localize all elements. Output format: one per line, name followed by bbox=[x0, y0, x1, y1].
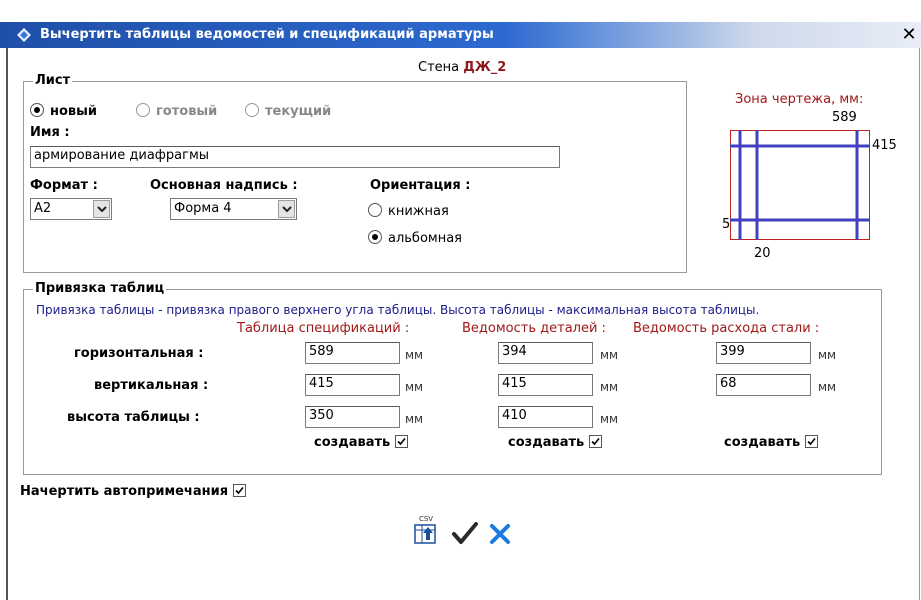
column-details: Ведомость деталей : bbox=[462, 321, 606, 336]
create-label: создавать bbox=[508, 435, 585, 450]
sheet-name-label: Имя : bbox=[30, 125, 70, 140]
details-height-input[interactable]: 410 bbox=[498, 406, 593, 428]
spec-create-option[interactable]: создавать bbox=[314, 435, 408, 450]
binding-group-legend: Привязка таблиц bbox=[33, 281, 167, 296]
auto-notes-checkbox[interactable] bbox=[232, 484, 246, 497]
auto-notes-label: Начертить автопримечания bbox=[20, 484, 229, 499]
row-height-label: высота таблицы : bbox=[67, 410, 200, 425]
unit-label: мм bbox=[600, 412, 619, 426]
stamp-select[interactable]: Форма 4 bbox=[170, 198, 297, 220]
csv-export-icon: CSV bbox=[414, 515, 436, 544]
sheet-option-current[interactable]: текущий bbox=[245, 103, 331, 119]
stamp-dropdown-button[interactable] bbox=[278, 200, 295, 218]
app-icon bbox=[17, 28, 31, 42]
title-bar: Вычертить таблицы ведомостей и специфика… bbox=[0, 22, 921, 48]
sheet-name-input[interactable]: армирование диафрагмы bbox=[30, 146, 560, 168]
drawing-zone-diagram bbox=[730, 130, 870, 240]
checkmark-icon bbox=[452, 522, 478, 544]
radio-portrait-label: книжная bbox=[388, 204, 449, 219]
cancel-button[interactable] bbox=[488, 522, 512, 546]
unit-label: мм bbox=[405, 380, 424, 394]
wall-title: Стена ДЖ_2 bbox=[418, 60, 506, 75]
window-title: Вычертить таблицы ведомостей и специфика… bbox=[40, 27, 494, 42]
sheet-group bbox=[23, 81, 687, 273]
zone-title: Зона чертежа, мм: bbox=[735, 92, 864, 107]
radio-landscape-label: альбомная bbox=[388, 231, 463, 246]
create-label: создавать bbox=[724, 435, 801, 450]
checkmark-icon bbox=[807, 437, 816, 446]
unit-label: мм bbox=[405, 412, 424, 426]
close-button[interactable]: ✕ bbox=[899, 25, 919, 45]
orientation-portrait[interactable]: книжная bbox=[368, 203, 449, 219]
checkmark-icon bbox=[591, 437, 600, 446]
unit-label: мм bbox=[405, 348, 424, 362]
unit-label: мм bbox=[600, 348, 619, 362]
column-steel: Ведомость расхода стали : bbox=[633, 321, 820, 336]
radio-portrait[interactable] bbox=[368, 203, 382, 217]
orientation-label: Ориентация : bbox=[370, 178, 471, 193]
dialog-window: Вычертить таблицы ведомостей и специфика… bbox=[0, 0, 921, 600]
details-vertical-input[interactable]: 415 bbox=[498, 374, 593, 396]
zone-bottom-value: 20 bbox=[754, 246, 771, 261]
csv-label: CSV bbox=[419, 515, 433, 523]
spec-vertical-input[interactable]: 415 bbox=[305, 374, 400, 396]
radio-current[interactable] bbox=[245, 103, 259, 117]
radio-current-label: текущий bbox=[265, 104, 332, 119]
chevron-down-icon bbox=[282, 206, 292, 213]
details-horizontal-input[interactable]: 394 bbox=[498, 342, 593, 364]
unit-label: мм bbox=[600, 380, 619, 394]
export-csv-button[interactable]: CSV bbox=[412, 513, 440, 547]
close-icon: ✕ bbox=[901, 24, 917, 45]
zone-right-value: 415 bbox=[872, 138, 897, 153]
binding-note: Привязка таблицы - привязка правого верх… bbox=[36, 303, 760, 317]
wall-name: ДЖ_2 bbox=[463, 60, 507, 75]
details-create-checkbox[interactable] bbox=[588, 435, 602, 448]
steel-horizontal-input[interactable]: 399 bbox=[716, 342, 811, 364]
radio-landscape[interactable] bbox=[368, 230, 382, 244]
details-create-option[interactable]: создавать bbox=[508, 435, 602, 450]
checkmark-icon bbox=[397, 437, 406, 446]
format-value: А2 bbox=[34, 201, 52, 216]
sheet-group-legend: Лист bbox=[33, 73, 73, 88]
radio-ready-label: готовый bbox=[156, 104, 218, 119]
row-horizontal-label: горизонтальная : bbox=[74, 346, 204, 361]
chevron-down-icon bbox=[97, 206, 107, 213]
cross-icon bbox=[490, 524, 510, 544]
stamp-label: Основная надпись : bbox=[150, 178, 298, 193]
radio-ready[interactable] bbox=[136, 103, 150, 117]
steel-vertical-input[interactable]: 68 bbox=[716, 374, 811, 396]
steel-create-checkbox[interactable] bbox=[804, 435, 818, 448]
sheet-option-ready[interactable]: готовый bbox=[136, 103, 217, 119]
checkmark-icon bbox=[235, 486, 244, 495]
wall-prefix: Стена bbox=[418, 60, 460, 75]
spec-create-checkbox[interactable] bbox=[394, 435, 408, 448]
radio-new-label: новый bbox=[50, 104, 98, 119]
ok-button[interactable] bbox=[451, 521, 479, 547]
spec-height-input[interactable]: 350 bbox=[305, 406, 400, 428]
format-label: Формат : bbox=[30, 178, 98, 193]
unit-label: мм bbox=[818, 348, 837, 362]
unit-label: мм bbox=[818, 380, 837, 394]
auto-notes-option[interactable]: Начертить автопримечания bbox=[20, 484, 246, 499]
zone-top-value: 589 bbox=[832, 110, 857, 125]
format-dropdown-button[interactable] bbox=[93, 200, 110, 218]
column-spec-table: Таблица спецификаций : bbox=[237, 321, 410, 336]
spec-horizontal-input[interactable]: 589 bbox=[305, 342, 400, 364]
steel-create-option[interactable]: создавать bbox=[724, 435, 818, 450]
orientation-landscape[interactable]: альбомная bbox=[368, 230, 462, 246]
sheet-option-new[interactable]: новый bbox=[30, 103, 97, 119]
create-label: создавать bbox=[314, 435, 391, 450]
row-vertical-label: вертикальная : bbox=[94, 378, 209, 393]
stamp-value: Форма 4 bbox=[174, 201, 232, 216]
radio-new[interactable] bbox=[30, 103, 44, 117]
format-select[interactable]: А2 bbox=[30, 198, 112, 220]
